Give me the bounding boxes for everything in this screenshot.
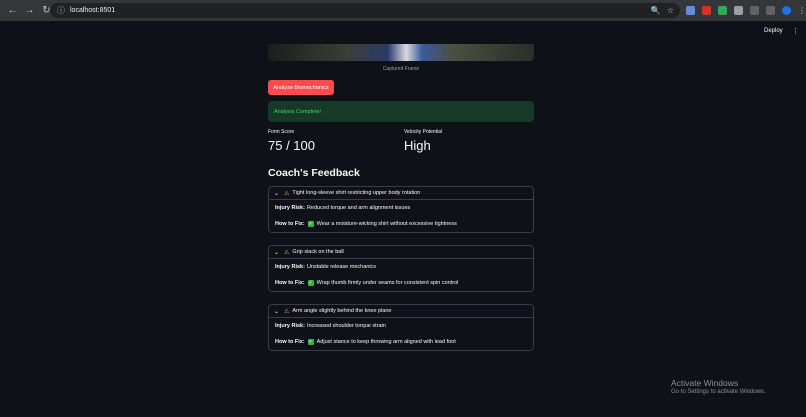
app-menu-icon[interactable]: ⋮ <box>792 27 799 35</box>
browser-toolbar: ← → ↻ ⓘ localhost:8501 🔍 ☆ ⋮ <box>0 0 806 21</box>
chevron-down-icon: ⌄ <box>274 190 280 197</box>
injury-risk-label: Injury Risk: <box>275 205 305 211</box>
how-to-fix-row: How to Fix: ✓ Wrap thumb firmly under seam… <box>275 275 527 291</box>
metric-value: High <box>404 138 431 153</box>
how-to-fix-text: Wear a moisture-wicking shirt without ex… <box>316 221 457 227</box>
bookmark-star-icon[interactable]: ☆ <box>667 6 674 15</box>
injury-risk-row: Injury Risk: Unstable release mechanics <box>275 259 527 275</box>
profile-avatar[interactable] <box>782 6 791 15</box>
injury-risk-label: Injury Risk: <box>275 323 305 329</box>
how-to-fix-label: How to Fix: <box>275 339 305 345</box>
metric-form-score: Form Score 75 / 100 <box>268 129 315 153</box>
how-to-fix-label: How to Fix: <box>275 221 305 227</box>
how-to-fix-text: Wrap thumb firmly under seams for consis… <box>316 280 459 286</box>
sidebar-icon[interactable] <box>750 6 759 15</box>
feedback-expander: ⌄ ⚠ Tight long-sleeve shirt restricting … <box>268 186 534 233</box>
metric-label: Form Score <box>268 129 295 135</box>
extensions-puzzle-icon[interactable] <box>734 6 743 15</box>
chevron-down-icon: ⌄ <box>274 308 280 315</box>
forward-icon[interactable]: → <box>21 2 38 19</box>
browser-menu-icon[interactable]: ⋮ <box>798 6 806 15</box>
expander-body: Injury Risk: Reduced torque and arm align… <box>269 200 533 232</box>
watermark-subtitle: Go to Settings to activate Windows. <box>671 389 766 395</box>
injury-risk-text: Unstable release mechanics <box>306 264 377 270</box>
warning-icon: ⚠ <box>284 190 290 197</box>
check-icon: ✓ <box>307 339 314 345</box>
zoom-icon[interactable]: 🔍 <box>651 6 661 15</box>
feedback-heading: Coach's Feedback <box>268 167 360 179</box>
how-to-fix-text: Adjust stance to keep throwing arm align… <box>316 339 456 345</box>
expander-title: Grip slack on the ball <box>292 249 344 255</box>
captured-frame-image <box>268 44 534 61</box>
site-info-icon[interactable]: ⓘ <box>54 5 68 16</box>
chevron-down-icon: ⌄ <box>274 249 280 256</box>
how-to-fix-row: How to Fix: ✓ Wear a moisture-wicking shir… <box>275 216 527 232</box>
extension-icon[interactable] <box>718 6 727 15</box>
expander-title: Arm angle slightly behind the knee plane <box>292 308 392 314</box>
expander-body: Injury Risk: Unstable release mechanics H… <box>269 259 533 291</box>
extension-icon[interactable] <box>686 6 695 15</box>
deploy-button[interactable]: Deploy <box>764 28 783 34</box>
analyze-biomechanics-button[interactable]: Analyze Biomechanics <box>268 80 334 95</box>
check-icon: ✓ <box>307 280 314 286</box>
metric-value: 75 / 100 <box>268 138 315 153</box>
injury-risk-text: Increased shoulder torque strain <box>306 323 386 329</box>
success-alert: Analysis Complete! <box>268 101 534 122</box>
url-text: localhost:8501 <box>70 7 116 14</box>
address-bar[interactable]: ⓘ localhost:8501 🔍 ☆ <box>50 3 680 18</box>
expander-body: Injury Risk: Increased shoulder torque st… <box>269 318 533 350</box>
feedback-expander: ⌄ ⚠ Grip slack on the ball Injury Risk: U… <box>268 245 534 292</box>
expander-header[interactable]: ⌄ ⚠ Tight long-sleeve shirt restricting … <box>269 187 533 200</box>
extensions-area: ⋮ <box>686 3 806 18</box>
metric-label: Velocity Potential <box>404 129 443 135</box>
how-to-fix-label: How to Fix: <box>275 280 305 286</box>
injury-risk-text: Reduced torque and arm alignment issues <box>306 205 411 211</box>
extension-icon[interactable] <box>702 6 711 15</box>
frame-caption: Captured Frame <box>382 66 420 72</box>
injury-risk-label: Injury Risk: <box>275 264 305 270</box>
how-to-fix-row: How to Fix: ✓ Adjust stance to keep throwi… <box>275 334 527 350</box>
injury-risk-row: Injury Risk: Reduced torque and arm align… <box>275 200 527 216</box>
warning-icon: ⚠ <box>284 308 290 315</box>
watermark-title: Activate Windows <box>671 378 739 388</box>
back-icon[interactable]: ← <box>4 2 21 19</box>
metric-velocity-potential: Velocity Potential High <box>404 129 442 153</box>
feedback-expander: ⌄ ⚠ Arm angle slightly behind the knee p… <box>268 304 534 351</box>
download-icon[interactable] <box>766 6 775 15</box>
warning-icon: ⚠ <box>284 249 290 256</box>
expander-title: Tight long-sleeve shirt restricting uppe… <box>292 190 421 196</box>
check-icon: ✓ <box>307 221 314 227</box>
expander-header[interactable]: ⌄ ⚠ Arm angle slightly behind the knee p… <box>269 305 533 318</box>
injury-risk-row: Injury Risk: Increased shoulder torque st… <box>275 318 527 334</box>
expander-header[interactable]: ⌄ ⚠ Grip slack on the ball <box>269 246 533 259</box>
activate-windows-watermark: Activate Windows Go to Settings to activ… <box>671 378 766 395</box>
